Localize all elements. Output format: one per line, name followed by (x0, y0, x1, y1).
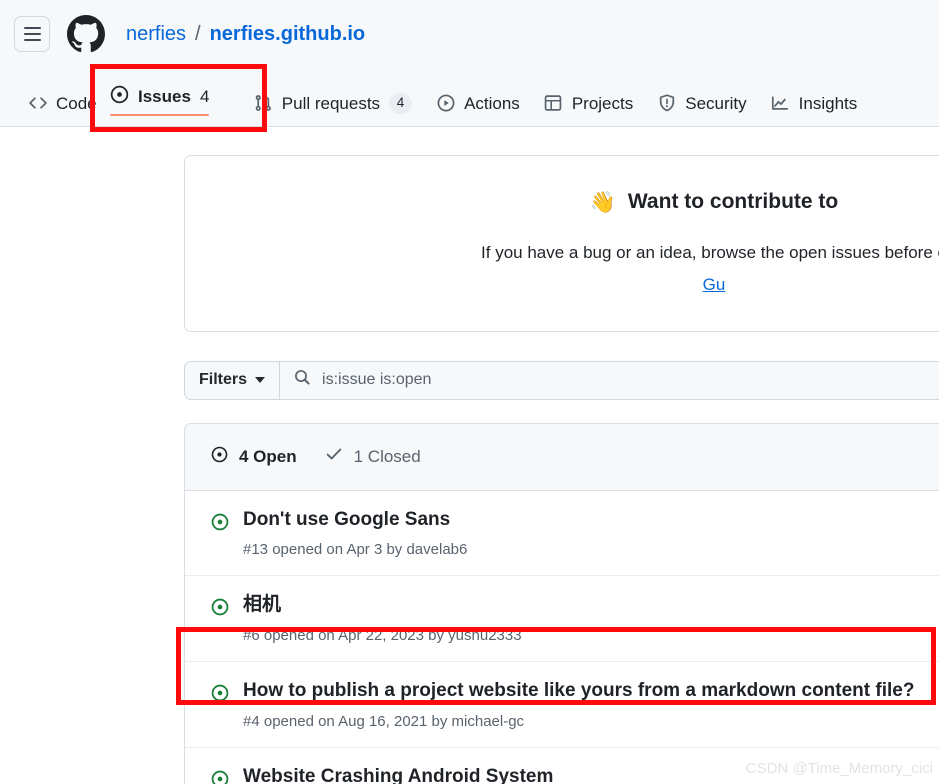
closed-issues-label: 1 Closed (353, 446, 421, 466)
tab-pull-requests[interactable]: Pull requests 4 (242, 68, 424, 126)
issue-item-text: 相机 #6 opened on Apr 22, 2023 by yushu233… (243, 593, 522, 644)
tab-pull-requests-counter: 4 (389, 92, 413, 114)
filters-and-search-bar: Filters is:issue is:open (184, 360, 939, 400)
filters-button-label: Filters (199, 371, 248, 389)
issue-list-item[interactable]: Website Crashing Android System #3 opene… (185, 747, 939, 784)
table-icon (544, 94, 563, 113)
tab-actions[interactable]: Actions (424, 68, 532, 126)
main-content: 👋 Want to contribute to If you have a bu… (184, 127, 939, 784)
banner-guide-link-row: Gu (185, 272, 939, 298)
code-icon (28, 94, 47, 113)
tab-insights[interactable]: Insights (759, 68, 870, 126)
banner-heading-row: 👋 Want to contribute to (185, 190, 939, 214)
open-issues-filter[interactable]: 4 Open (211, 446, 297, 468)
closed-issues-filter[interactable]: 1 Closed (325, 445, 421, 468)
banner-heading: Want to contribute to (627, 190, 839, 213)
breadcrumb-repo[interactable]: nerfies.github.io (210, 23, 366, 46)
hamburger-menu-icon[interactable] (14, 16, 50, 52)
issue-list-item[interactable]: 相机 #6 opened on Apr 22, 2023 by yushu233… (185, 576, 939, 663)
issue-opened-icon (211, 446, 228, 468)
tab-issues-counter: 4 (199, 87, 210, 106)
breadcrumb: nerfies / nerfies.github.io (126, 23, 365, 46)
issue-title-link[interactable]: 相机 (243, 593, 522, 618)
tab-issues-label: Issues (138, 87, 191, 106)
issue-item-text: Website Crashing Android System #3 opene… (243, 765, 553, 784)
issue-item-text: Don't use Google Sans #13 opened on Apr … (243, 508, 467, 559)
issue-title-link[interactable]: How to publish a project website like yo… (243, 679, 914, 704)
play-icon (436, 94, 455, 113)
tab-pull-requests-label: Pull requests (281, 93, 381, 113)
git-pull-request-icon (254, 94, 273, 113)
banner-body: If you have a bug or an idea, browse the… (185, 240, 939, 299)
tab-security[interactable]: Security (645, 68, 758, 126)
issue-list: 4 Open 1 Closed Don't use Google Sans #1… (184, 422, 939, 784)
shield-icon (657, 94, 676, 113)
search-input[interactable]: is:issue is:open (280, 361, 939, 399)
search-icon (294, 369, 311, 391)
tab-actions-label: Actions (464, 93, 520, 113)
waving-hand-icon: 👋 (589, 190, 616, 214)
issue-metadata: #13 opened on Apr 3 by davelab6 (243, 541, 468, 559)
issue-title-link[interactable]: Don't use Google Sans (243, 508, 467, 533)
github-issues-page: nerfies / nerfies.github.io Code Issues … (0, 0, 939, 784)
github-mark-icon[interactable] (66, 14, 106, 54)
issue-opened-icon (110, 85, 129, 109)
open-issues-label: 4 Open (239, 446, 297, 466)
issue-opened-icon (211, 770, 229, 784)
graph-icon (771, 94, 790, 113)
breadcrumb-separator: / (195, 22, 201, 45)
tab-code[interactable]: Code (16, 68, 109, 126)
issue-metadata: #4 opened on Aug 16, 2021 by michael-gc (243, 712, 525, 730)
banner-body-text: If you have a bug or an idea, browse the… (481, 243, 939, 262)
search-input-value: is:issue is:open (322, 371, 432, 389)
tab-security-label: Security (685, 93, 747, 113)
issue-title-link[interactable]: Website Crashing Android System (243, 765, 553, 784)
issue-list-header: 4 Open 1 Closed (185, 423, 939, 491)
tab-projects[interactable]: Projects (532, 68, 645, 126)
check-icon (325, 445, 343, 468)
issue-opened-icon (211, 598, 229, 616)
issue-list-item[interactable]: Don't use Google Sans #13 opened on Apr … (185, 490, 939, 577)
breadcrumb-owner[interactable]: nerfies (126, 23, 186, 46)
contribute-banner: 👋 Want to contribute to If you have a bu… (184, 155, 939, 332)
tab-projects-label: Projects (571, 93, 634, 113)
header-top-bar: nerfies / nerfies.github.io (0, 0, 365, 68)
tab-code-label: Code (56, 93, 97, 113)
filters-button[interactable]: Filters (185, 361, 281, 399)
issue-item-text: How to publish a project website like yo… (243, 679, 914, 730)
chevron-down-icon (255, 377, 266, 384)
issue-metadata: #6 opened on Apr 22, 2023 by yushu2333 (243, 627, 522, 645)
issue-opened-icon (211, 684, 229, 702)
contributing-guide-link[interactable]: Gu (703, 275, 726, 294)
tab-issues[interactable]: Issues 4 (98, 68, 221, 126)
issue-list-item[interactable]: How to publish a project website like yo… (185, 662, 939, 748)
issue-opened-icon (211, 513, 229, 531)
tab-insights-label: Insights (798, 93, 858, 113)
